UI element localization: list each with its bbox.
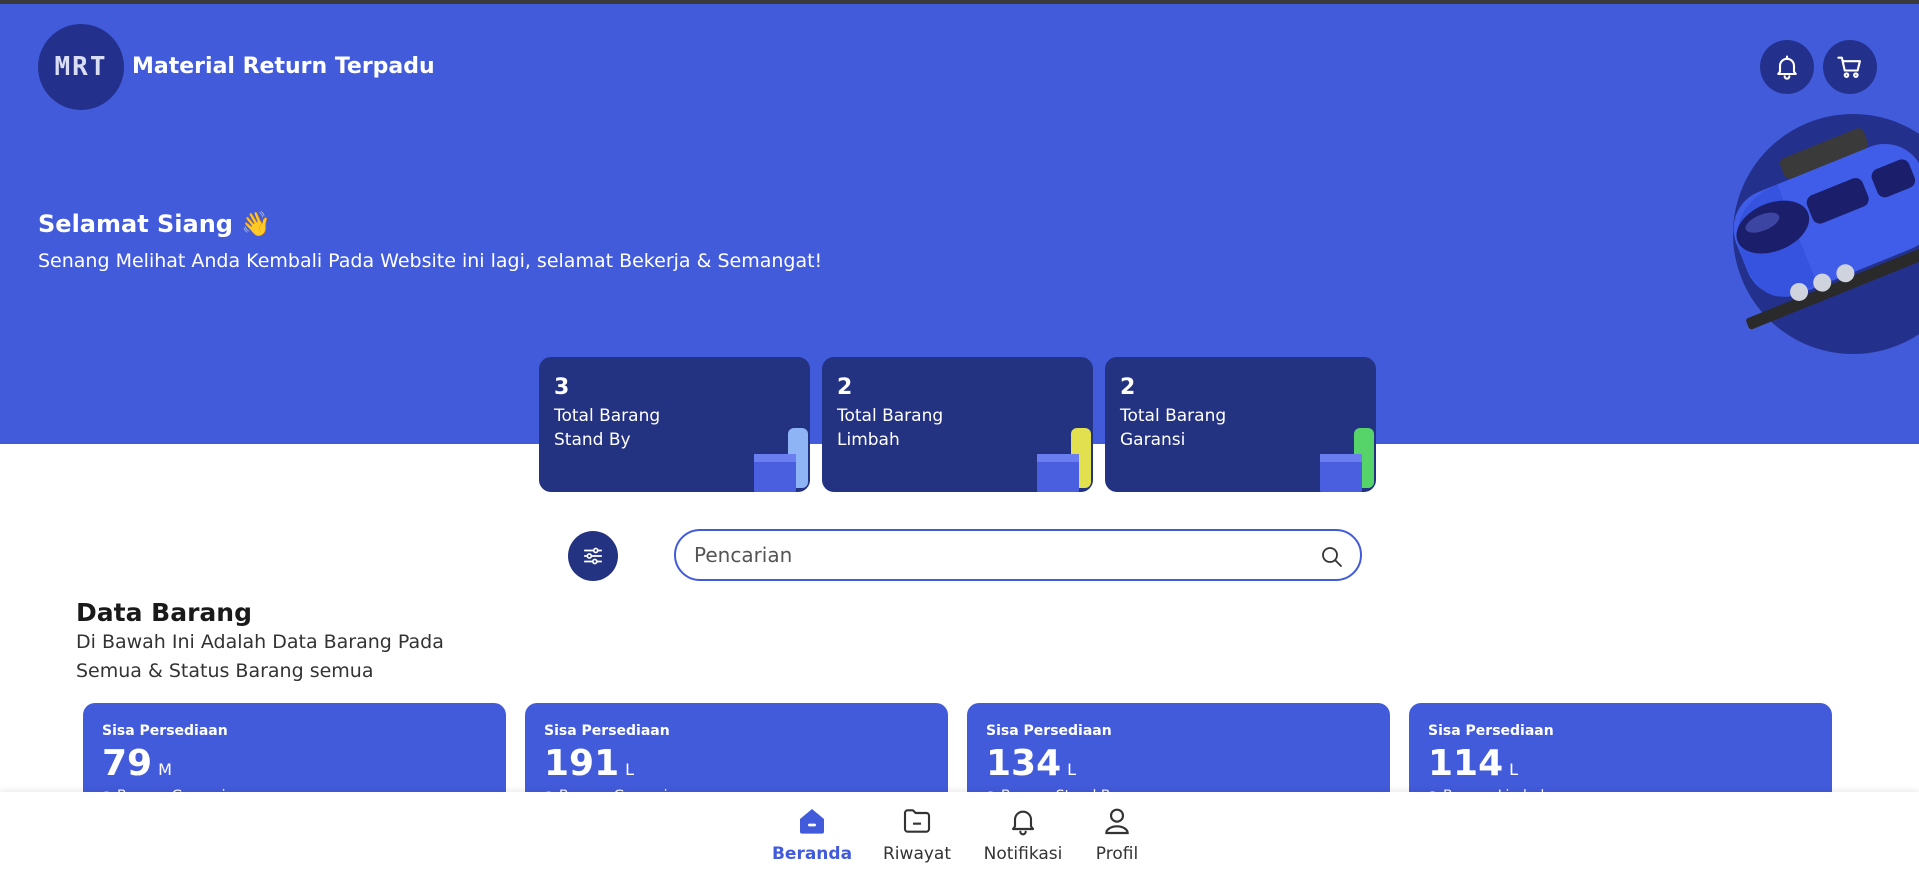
search-bar [674, 529, 1362, 581]
search-input[interactable] [694, 539, 1294, 571]
home-icon [800, 809, 824, 834]
item-unit: L [1067, 760, 1077, 779]
item-label: Sisa Persediaan [102, 723, 228, 739]
item-unit: L [1509, 760, 1519, 779]
item-label: Sisa Persediaan [986, 723, 1112, 739]
sliders-icon [583, 547, 603, 565]
box-icon [1037, 428, 1091, 492]
filter-button[interactable] [568, 531, 618, 581]
app-logo[interactable]: MRT [38, 24, 124, 110]
train-illustration [1733, 128, 1919, 330]
nav-item-riwayat[interactable]: Riwayat [872, 804, 962, 864]
section-description: Di Bawah Ini Adalah Data Barang Pada Sem… [76, 631, 444, 682]
nav-item-profil[interactable]: Profil [1072, 804, 1162, 864]
item-value: 191 [544, 743, 620, 784]
nav-label: Profil [1095, 844, 1139, 864]
app-title: Material Return Terpadu [132, 54, 435, 79]
bell-icon [1777, 55, 1797, 80]
cart-button[interactable] [1823, 40, 1877, 94]
item-value: 114 [1428, 743, 1504, 784]
nav-item-notifikasi[interactable]: Notifikasi [978, 804, 1068, 864]
box-icon [754, 428, 808, 492]
item-value: 134 [986, 743, 1062, 784]
item-label: Sisa Persediaan [544, 723, 670, 739]
greeting-heading: Selamat Siang 👋 [38, 210, 272, 238]
nav-label: Beranda [771, 844, 853, 864]
stat-value: 2 [1120, 375, 1136, 400]
bell-icon [1011, 810, 1035, 836]
notification-button[interactable] [1760, 40, 1814, 94]
section-title: Data Barang [76, 598, 252, 627]
stat-card-garansi[interactable]: 2 Total Barang Garansi [1105, 357, 1376, 492]
item-unit: M [158, 760, 172, 779]
box-icon [1320, 428, 1374, 492]
nav-label: Riwayat [883, 844, 951, 864]
cart-icon [1837, 56, 1861, 78]
bottom-navigation: Beranda Riwayat Notifikasi Profil [0, 792, 1919, 882]
stat-label: Total Barang Stand By [554, 406, 661, 450]
stat-value: 2 [837, 375, 853, 400]
user-icon [1105, 808, 1129, 835]
item-value: 79 [102, 743, 153, 784]
greeting-subtitle: Senang Melihat Anda Kembali Pada Website… [38, 250, 823, 272]
stat-label: Total Barang Garansi [1120, 406, 1227, 450]
item-label: Sisa Persediaan [1428, 723, 1554, 739]
stat-card-standby[interactable]: 3 Total Barang Stand By [539, 357, 810, 492]
stat-value: 3 [554, 375, 570, 400]
search-icon[interactable] [1320, 545, 1344, 569]
stat-card-limbah[interactable]: 2 Total Barang Limbah [822, 357, 1093, 492]
history-icon [903, 809, 931, 833]
stat-label: Total Barang Limbah [837, 406, 944, 450]
item-unit: L [625, 760, 635, 779]
nav-item-beranda[interactable]: Beranda [767, 804, 857, 864]
nav-label: Notifikasi [983, 844, 1063, 864]
